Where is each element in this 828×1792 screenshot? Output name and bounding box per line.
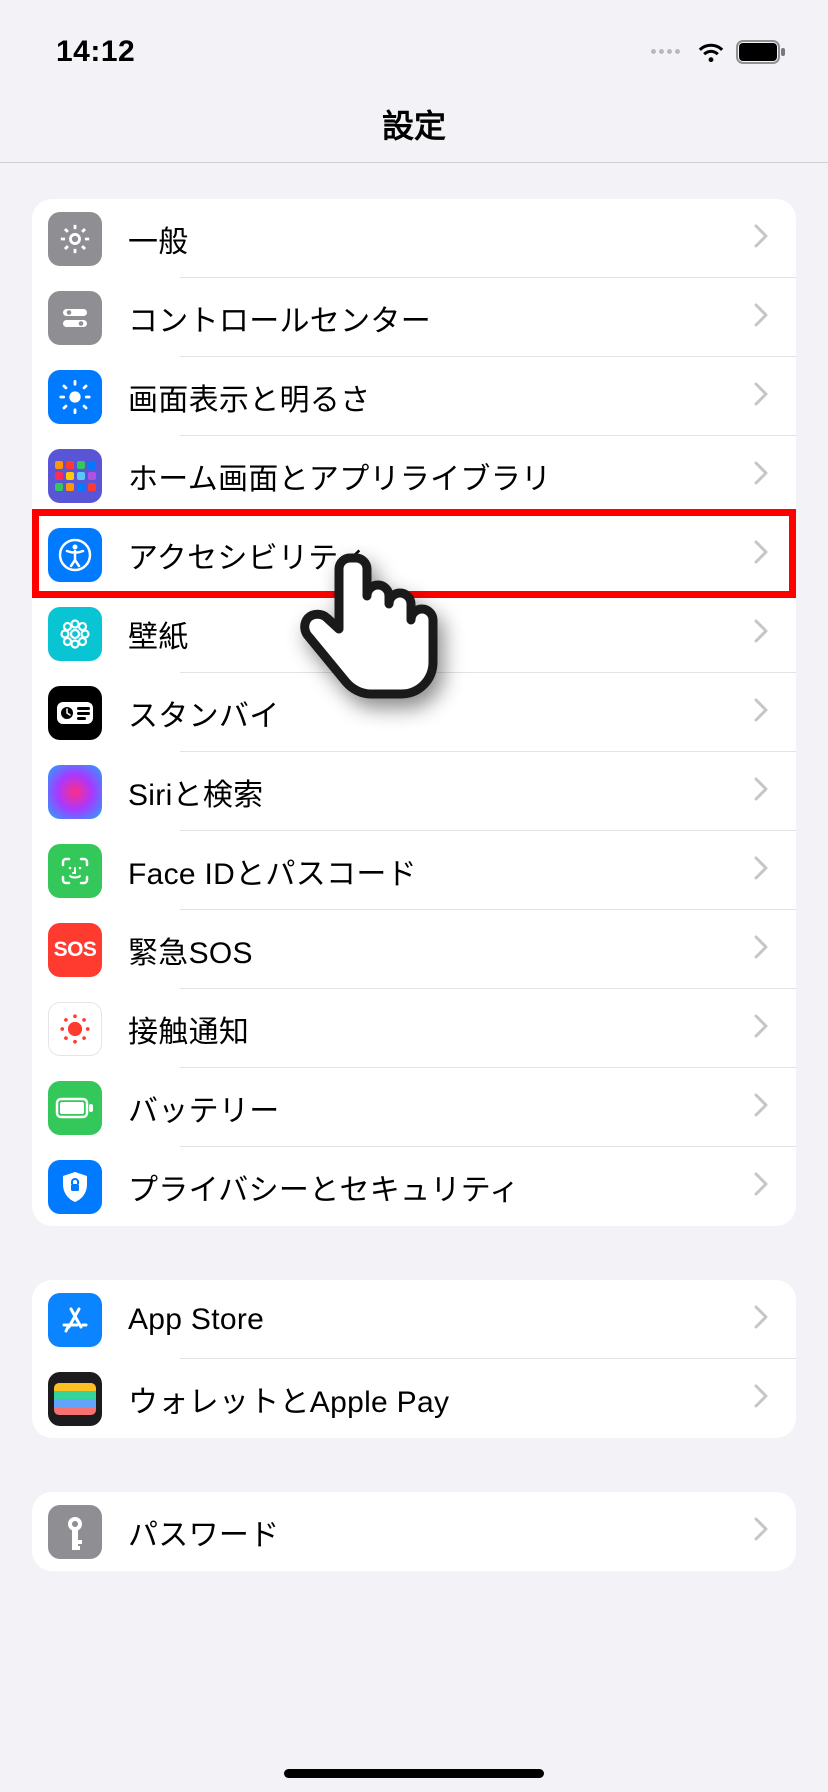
chevron-right-icon [754,540,768,569]
row-label: App Store [128,1303,754,1337]
settings-group-main: 一般 コントロールセンター 画面表示と明るさ [32,199,796,1226]
chevron-right-icon [754,935,768,964]
home-screen-icon [48,449,102,503]
wifi-icon [696,41,726,63]
row-label: Siriと検索 [128,770,754,814]
status-time: 14:12 [56,35,135,69]
row-label: ホーム画面とアプリライブラリ [128,454,754,498]
row-label: 接触通知 [128,1007,754,1051]
row-label: 壁紙 [128,612,754,656]
passwords-icon [48,1505,102,1559]
row-wallpaper[interactable]: 壁紙 [32,594,796,673]
chevron-right-icon [754,1305,768,1334]
chevron-right-icon [754,1172,768,1201]
chevron-right-icon [754,303,768,332]
chevron-right-icon [754,777,768,806]
row-label: プライバシーとセキュリティ [128,1165,754,1209]
row-wallet[interactable]: ウォレットとApple Pay [32,1359,796,1438]
row-appstore[interactable]: App Store [32,1280,796,1359]
chevron-right-icon [754,856,768,885]
row-label: アクセシビリティ [128,533,754,577]
standby-icon [48,686,102,740]
status-indicators [651,40,786,64]
row-label: ウォレットとApple Pay [128,1377,754,1421]
gear-icon [48,212,102,266]
row-label: 一般 [128,217,754,261]
row-label: パスワード [128,1510,754,1554]
row-siri[interactable]: Siriと検索 [32,752,796,831]
chevron-right-icon [754,382,768,411]
row-faceid[interactable]: Face IDとパスコード [32,831,796,910]
page-title: 設定 [382,101,446,147]
row-battery[interactable]: バッテリー [32,1068,796,1147]
row-standby[interactable]: スタンバイ [32,673,796,752]
row-home-screen[interactable]: ホーム画面とアプリライブラリ [32,436,796,515]
chevron-right-icon [754,224,768,253]
settings-content: 一般 コントロールセンター 画面表示と明るさ [0,199,828,1571]
exposure-icon [48,1002,102,1056]
cell-signal-dots [651,49,680,54]
sos-icon: SOS [48,923,102,977]
chevron-right-icon [754,1014,768,1043]
row-label: コントロールセンター [128,296,754,340]
chevron-right-icon [754,1384,768,1413]
appstore-icon [48,1293,102,1347]
row-privacy[interactable]: プライバシーとセキュリティ [32,1147,796,1226]
chevron-right-icon [754,1093,768,1122]
control-center-icon [48,291,102,345]
battery-setting-icon [48,1081,102,1135]
chevron-right-icon [754,1517,768,1546]
row-label: 画面表示と明るさ [128,375,754,419]
settings-group-store: App Store ウォレットとApple Pay [32,1280,796,1438]
home-indicator[interactable] [284,1769,544,1778]
battery-icon [736,40,786,64]
row-display[interactable]: 画面表示と明るさ [32,357,796,436]
row-passwords[interactable]: パスワード [32,1492,796,1571]
row-accessibility[interactable]: アクセシビリティ [32,515,796,594]
accessibility-icon [48,528,102,582]
row-exposure[interactable]: 接触通知 [32,989,796,1068]
settings-group-passwords: パスワード [32,1492,796,1571]
brightness-icon [48,370,102,424]
row-general[interactable]: 一般 [32,199,796,278]
chevron-right-icon [754,619,768,648]
chevron-right-icon [754,698,768,727]
row-label: 緊急SOS [128,928,754,972]
row-label: バッテリー [128,1086,754,1130]
navigation-bar: 設定 [0,85,828,163]
privacy-icon [48,1160,102,1214]
row-label: Face IDとパスコード [128,849,754,893]
siri-icon [48,765,102,819]
chevron-right-icon [754,461,768,490]
wallpaper-icon [48,607,102,661]
row-label: スタンバイ [128,691,754,735]
row-control-center[interactable]: コントロールセンター [32,278,796,357]
status-bar: 14:12 [0,0,828,85]
row-sos[interactable]: SOS 緊急SOS [32,910,796,989]
faceid-icon [48,844,102,898]
wallet-icon [48,1372,102,1426]
